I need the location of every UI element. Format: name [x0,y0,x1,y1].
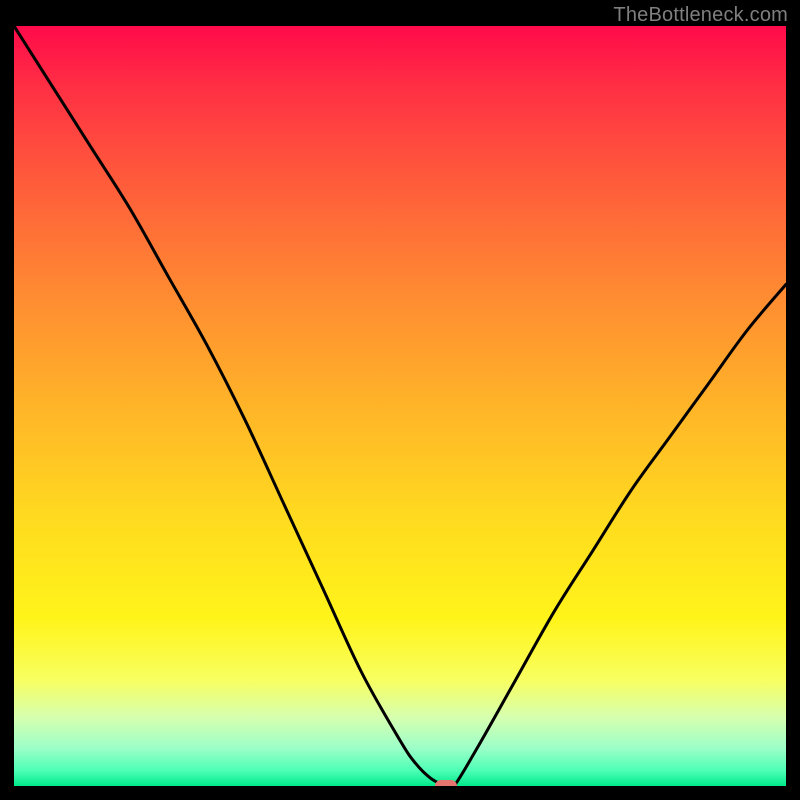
bottleneck-curve [14,26,786,786]
plot-area [14,26,786,786]
attribution-label: TheBottleneck.com [613,4,788,27]
optimal-marker [435,780,457,786]
chart-frame: TheBottleneck.com [0,0,800,800]
